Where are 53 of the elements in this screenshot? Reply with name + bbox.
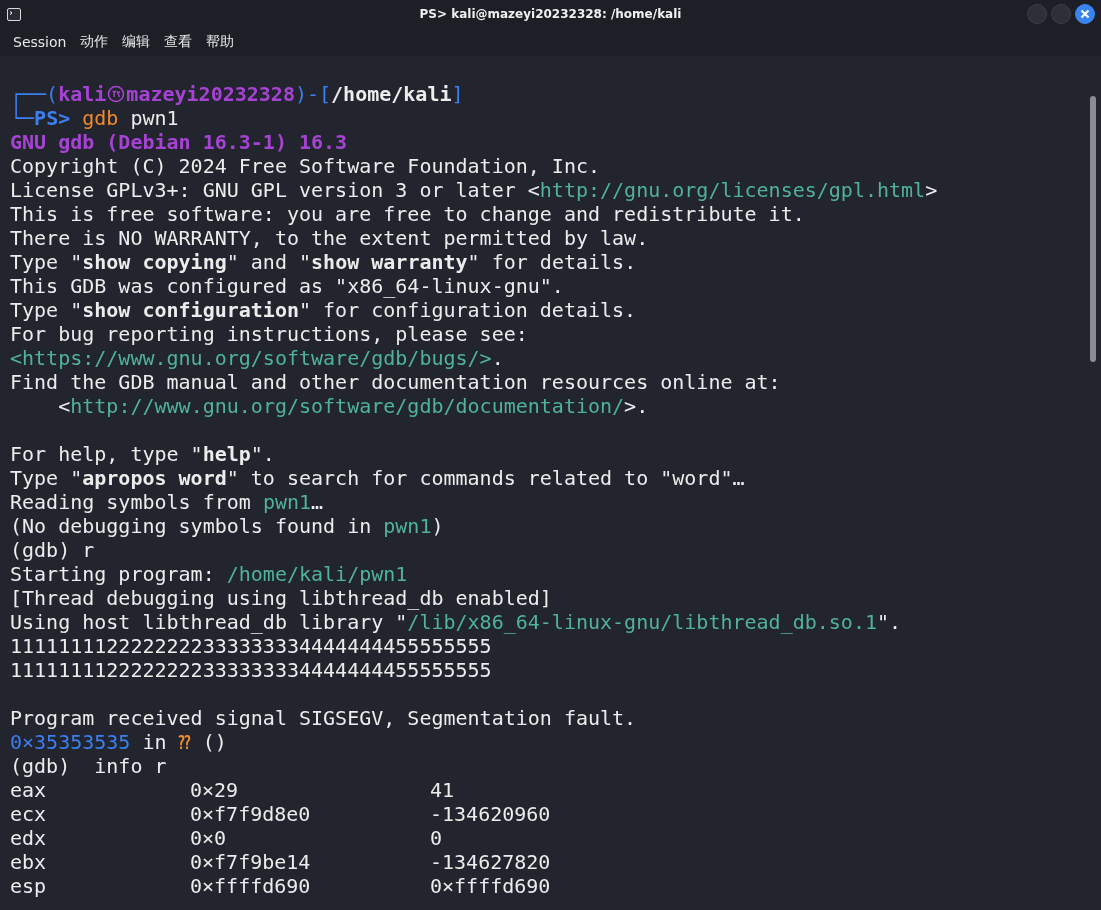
terminal-line: For help, type "help".	[10, 442, 275, 466]
terminal-line: (gdb) r	[10, 538, 95, 562]
terminal-line: Reading symbols from pwn1…	[10, 490, 324, 514]
terminal-line: (No debugging symbols found in pwn1)	[10, 514, 444, 538]
terminal-line: For bug reporting instructions, please see:	[10, 322, 528, 346]
register-value: 0×ffffd690	[430, 874, 551, 898]
close-button[interactable]	[1075, 4, 1095, 24]
terminal-icon	[7, 7, 21, 21]
terminal-line: Copyright (C) 2024 Free Software Foundation, Inc.	[10, 154, 600, 178]
register-hex: 0×f7f9be14	[190, 850, 311, 874]
terminal-line: [Thread debugging using libthread_db enabled]	[10, 586, 552, 610]
register-hex: 0×ffffd690	[190, 874, 311, 898]
menu-item[interactable]: 帮助	[206, 33, 235, 51]
terminal-line: Type "apropos word" to search for commands related to "word"…	[10, 466, 745, 490]
register-name: eax	[10, 778, 47, 802]
terminal-line: This GDB was configured as "x86_64-linux-gnu".	[10, 274, 564, 298]
terminal-line: ┌──(kali mazeyi20232328)-[/home/kali]	[10, 82, 464, 106]
register-value: 41	[430, 778, 455, 802]
terminal-line: License GPLv3+: GNU GPL version 3 or later <http://gnu.org/licenses/gpl.html>	[10, 178, 938, 202]
register-name: ebx	[10, 850, 47, 874]
register-name: esp	[10, 874, 47, 898]
close-icon	[1080, 9, 1090, 19]
register-hex: 0×f7f9d8e0	[190, 802, 311, 826]
terminal-line: 1111111122222222333333334444444455555555	[10, 634, 492, 658]
menu-item[interactable]: 编辑	[122, 33, 151, 51]
menu-item[interactable]: 查看	[164, 33, 193, 51]
terminal-line: <http://www.gnu.org/software/gdb/documentation/>.	[57, 394, 649, 418]
terminal-line: <https://www.gnu.org/software/gdb/bugs/>.	[10, 346, 504, 370]
register-hex: 0×29	[190, 778, 239, 802]
minimize-button[interactable]	[1027, 4, 1047, 24]
terminal-line: └─PS> gdb pwn1	[10, 106, 179, 130]
terminal-line: Program received signal SIGSEGV, Segmentation fault.	[10, 706, 637, 730]
terminal-line: Using host libthread_db library "/lib/x86_64-linux-gnu/libthread_db.so.1".	[10, 610, 902, 634]
register-hex: 0×0	[190, 826, 227, 850]
register-name: edx	[10, 826, 47, 850]
terminal-line: 1111111122222222333333334444444455555555	[10, 658, 492, 682]
terminal-line: This is free software: you are free to change and redistribute it.	[10, 202, 805, 226]
register-value: -134627820	[430, 850, 551, 874]
register-value: -134620960	[430, 802, 551, 826]
terminal-line: There is NO WARRANTY, to the extent permitted by law.	[10, 226, 649, 250]
terminal-line: GNU gdb (Debian 16.3-1) 16.3	[10, 130, 348, 154]
terminal-line: Find the GDB manual and other documentation resources online at:	[10, 370, 781, 394]
terminal-line: 0×35353535 in ⁇ ()	[10, 730, 227, 754]
register-value: 0	[430, 826, 443, 850]
menu-item[interactable]: 动作	[80, 33, 109, 51]
register-name: ecx	[10, 802, 47, 826]
window-title: PS> kali@mazeyi20232328: /home/kali	[419, 7, 682, 21]
terminal-line: Type "show copying" and "show warranty" for details.	[10, 250, 637, 274]
scrollbar-thumb[interactable]	[1090, 96, 1096, 362]
terminal-line: Starting program: /home/kali/pwn1	[10, 562, 408, 586]
terminal-line: Type "show configuration" for configuration details.	[10, 298, 637, 322]
menu-item[interactable]: Session	[13, 34, 67, 50]
terminal-line: (gdb) info r	[10, 754, 167, 778]
